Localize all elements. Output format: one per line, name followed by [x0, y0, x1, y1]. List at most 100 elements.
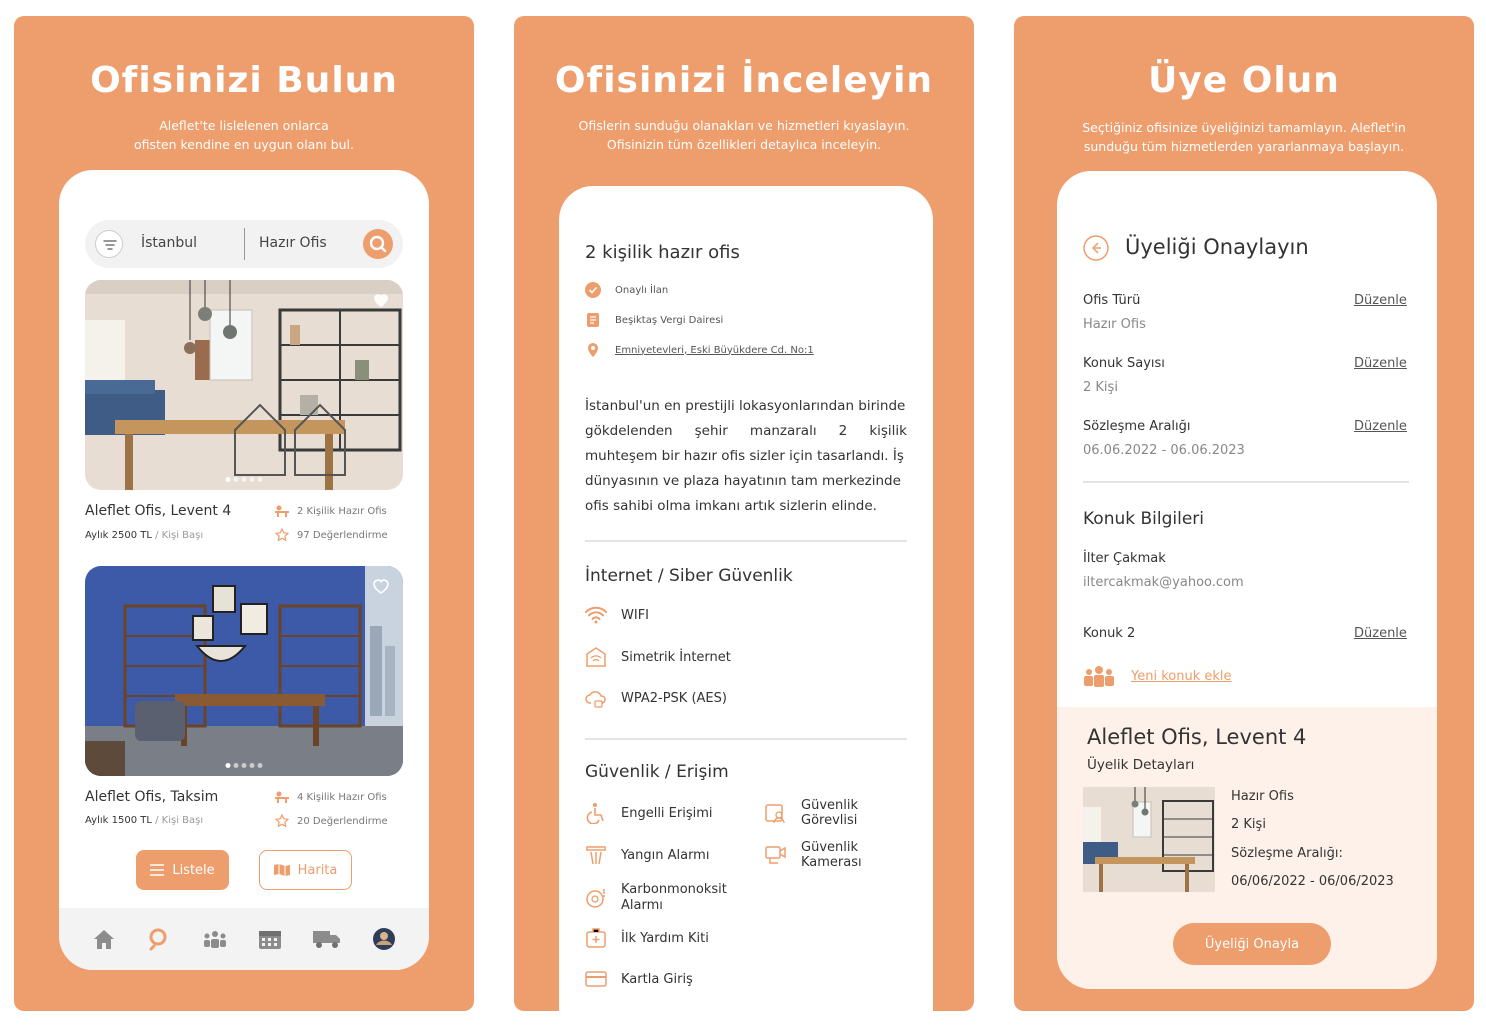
calendar-icon[interactable]	[258, 928, 282, 950]
team-icon[interactable]	[202, 928, 228, 950]
listing-reviews: 20 Değerlendirme	[275, 814, 388, 828]
listing-capacity: 4 Kişilik Hazır Ofis	[275, 791, 387, 803]
panel-subtitle: Ofislerin sunduğu olanakları ve hizmetle…	[578, 118, 910, 152]
panel-inspect-office: Ofisinizi İnceleyin Ofislerin sunduğu ol…	[514, 16, 974, 1011]
security-camera-icon	[765, 846, 786, 864]
location-pin-icon	[588, 343, 598, 357]
feature-item: Güvenlik Kamerası	[765, 840, 881, 870]
panel-title: Üye Olun	[1148, 60, 1340, 101]
group-add-icon	[1084, 666, 1114, 687]
search-bar[interactable]: İstanbul Hazır Ofis	[85, 220, 403, 268]
carousel-dots	[225, 477, 263, 482]
map-icon	[273, 864, 290, 876]
type-select[interactable]: Hazır Ofis	[259, 235, 327, 251]
back-arrow-icon[interactable]	[1083, 235, 1109, 261]
summary-range: 06/06/2022 - 06/06/2023	[1231, 874, 1394, 889]
summary-office-name: Aleflet Ofis, Levent 4	[1087, 725, 1307, 749]
guest-section-title: Konuk Bilgileri	[1083, 509, 1205, 529]
feature-item: Simetrik İnternet	[585, 647, 731, 667]
field-value: 2 Kişi	[1083, 380, 1118, 395]
edit-guest-2-link[interactable]: Düzenle	[1354, 626, 1407, 641]
feature-item: Yangın Alarmı	[585, 844, 709, 866]
guest-2-label: Konuk 2	[1083, 626, 1136, 641]
address-link[interactable]: Emniyetevleri, Eski Büyükdere Cd. No:1	[585, 342, 814, 358]
field-value: Hazır Ofis	[1083, 317, 1146, 332]
office-title: 2 kişilik hazır ofis	[585, 242, 740, 263]
map-view-button[interactable]: Harita	[259, 850, 352, 890]
star-icon	[275, 814, 289, 828]
edit-contract-range-link[interactable]: Düzenle	[1354, 419, 1407, 434]
search-button[interactable]	[363, 229, 393, 259]
add-guest-link[interactable]: Yeni konuk ekle	[1131, 669, 1232, 684]
panel-become-member: Üye Olun Seçtiğiniz ofisinize üyeliğiniz…	[1014, 16, 1474, 1011]
summary-people: 2 Kişi	[1231, 817, 1266, 832]
feature-item: WIFI	[585, 606, 649, 624]
avatar[interactable]	[372, 927, 396, 951]
tax-office: Beşiktaş Vergi Dairesi	[585, 312, 723, 328]
phone-screen: Üyeliği Onaylayın Ofis Türü Hazır Ofis D…	[1057, 171, 1437, 989]
cloud-lock-icon	[585, 691, 606, 708]
listing-reviews: 97 Değerlendirme	[275, 528, 388, 542]
feature-item: Kartla Giriş	[585, 970, 693, 988]
panel-find-office: Ofisinizi Bulun Aleflet'te lislelenen on…	[14, 16, 474, 1011]
document-icon	[587, 313, 599, 327]
section-divider	[585, 738, 907, 740]
screen-header: Üyeliği Onaylayın	[1125, 235, 1309, 259]
panel-title: Ofisinizi Bulun	[90, 60, 398, 101]
summary-office-image	[1083, 787, 1215, 892]
confirm-membership-button[interactable]: Üyeliği Onayla	[1173, 923, 1331, 965]
filter-button[interactable]	[95, 230, 123, 258]
office-photo	[85, 566, 403, 776]
list-view-button[interactable]: Listele	[136, 850, 229, 890]
feature-item: WPA2-PSK (AES)	[585, 688, 727, 708]
check-circle-icon	[585, 282, 601, 298]
favorite-heart-icon[interactable]	[371, 576, 391, 596]
membership-summary: Aleflet Ofis, Levent 4 Üyelik Detayları …	[1057, 707, 1437, 989]
city-select[interactable]: İstanbul	[141, 235, 197, 251]
section-divider	[585, 540, 907, 542]
feature-item: Güvenlik Görevlisi	[765, 798, 881, 828]
search-divider	[244, 228, 245, 260]
internet-section-title: İnternet / Siber Güvenlik	[585, 566, 793, 586]
office-photo	[85, 280, 403, 490]
section-divider	[1083, 481, 1409, 483]
listing-image[interactable]	[85, 566, 403, 776]
field-label: Ofis Türü	[1083, 293, 1141, 308]
feature-item: Engelli Erişimi	[585, 802, 713, 824]
panel-subtitle: Seçtiğiniz ofisinize üyeliğinizi tamamla…	[1082, 120, 1406, 154]
listing-title[interactable]: Aleflet Ofis, Taksim	[85, 789, 218, 805]
wifi-icon	[585, 606, 607, 624]
listing-price: Aylık 1500 TL / Kişi Başı	[85, 815, 204, 826]
office-description: İstanbul'un en prestijli lokasyonlarında…	[585, 398, 907, 514]
listing-title[interactable]: Aleflet Ofis, Levent 4	[85, 503, 231, 519]
guest-name: İlter Çakmak	[1083, 551, 1166, 566]
field-value: 06.06.2022 - 06.06.2023	[1083, 443, 1245, 458]
list-icon	[150, 864, 165, 876]
office-photo	[1083, 787, 1215, 892]
search-icon[interactable]	[147, 927, 171, 951]
first-aid-icon	[586, 928, 606, 948]
listing-image[interactable]	[85, 280, 403, 490]
edit-office-type-link[interactable]: Düzenle	[1354, 293, 1407, 308]
favorite-heart-icon[interactable]	[371, 290, 391, 310]
panel-subtitle: Aleflet'te lislelenen onlarca ofisten ke…	[133, 118, 355, 152]
summary-type: Hazır Ofis	[1231, 789, 1294, 804]
search-icon	[369, 235, 387, 253]
field-label: Konuk Sayısı	[1083, 356, 1165, 371]
bottom-tab-bar	[59, 908, 429, 970]
phone-screen: 2 kişilik hazır ofis Onaylı İlan Beşikta…	[559, 186, 933, 1011]
accessibility-icon	[586, 803, 604, 824]
truck-icon[interactable]	[312, 929, 341, 949]
feature-item: İlk Yardım Kiti	[585, 928, 709, 948]
panel-title: Ofisinizi İnceleyin	[554, 60, 934, 101]
card-icon	[585, 971, 607, 987]
edit-guest-count-link[interactable]: Düzenle	[1354, 356, 1407, 371]
co-alarm-icon	[586, 889, 605, 908]
router-icon	[586, 647, 606, 667]
security-guard-icon	[765, 804, 785, 824]
fire-alarm-icon	[586, 846, 606, 865]
desk-icon	[275, 505, 289, 517]
home-icon[interactable]	[92, 928, 116, 950]
phone-screen: İstanbul Hazır Ofis Aleflet Ofis, Levent…	[59, 170, 429, 970]
carousel-dots	[225, 763, 263, 768]
